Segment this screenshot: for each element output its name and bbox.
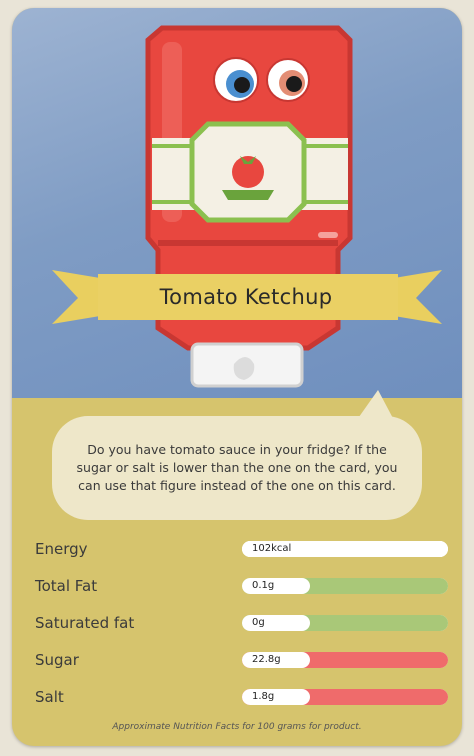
nutrition-bar: 0.1g — [242, 578, 448, 594]
nutrition-value: 0.1g — [242, 578, 310, 594]
nutrition-label: Saturated fat — [35, 614, 135, 632]
nutrition-row-saturated-fat: Saturated fat 0g — [12, 610, 462, 647]
nutrition-row-energy: Energy 102kcal — [12, 536, 462, 573]
nutrition-bar: 22.8g — [242, 652, 448, 668]
speech-bubble: Do you have tomato sauce in your fridge?… — [52, 416, 422, 520]
nutrition-label: Salt — [35, 688, 64, 706]
nutrition-table: Energy 102kcal Total Fat 0.1g Saturated … — [12, 536, 462, 721]
nutrition-bar: 0g — [242, 615, 448, 631]
nutrition-value: 1.8g — [242, 689, 310, 705]
nutrition-bar: 102kcal — [242, 541, 448, 557]
nutrition-label: Total Fat — [35, 577, 98, 595]
nutrition-value: 0g — [242, 615, 310, 631]
nutrition-label: Energy — [35, 540, 88, 558]
nutrition-row-total-fat: Total Fat 0.1g — [12, 573, 462, 610]
bottle-cap — [190, 342, 304, 388]
nutrition-label: Sugar — [35, 651, 79, 669]
ketchup-bottle-illustration — [52, 25, 442, 388]
hero-illustration: Tomato Ketchup — [12, 8, 462, 398]
product-name: Tomato Ketchup — [159, 285, 333, 309]
nutrition-row-sugar: Sugar 22.8g — [12, 647, 462, 684]
food-card: Tomato Ketchup Do you have tomato sauce … — [12, 8, 462, 746]
nutrition-value: 102kcal — [242, 541, 448, 557]
speech-bubble-text: Do you have tomato sauce in your fridge?… — [76, 442, 398, 493]
nutrition-value: 22.8g — [242, 652, 310, 668]
nutrition-bar: 1.8g — [242, 689, 448, 705]
nutrition-row-salt: Salt 1.8g — [12, 684, 462, 721]
footnote: Approximate Nutrition Facts for 100 gram… — [112, 722, 362, 732]
